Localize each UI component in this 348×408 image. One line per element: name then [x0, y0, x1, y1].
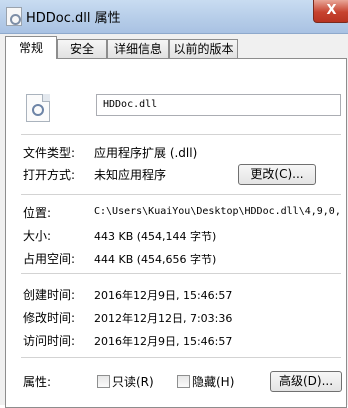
- tab-details[interactable]: 详细信息: [107, 39, 169, 58]
- divider: [21, 134, 341, 135]
- file-type-value: 应用程序扩展 (.dll): [94, 146, 198, 160]
- gear-icon: [32, 104, 44, 116]
- divider: [21, 194, 341, 195]
- page-corner: [42, 94, 50, 102]
- tab-security[interactable]: 安全: [57, 39, 107, 58]
- close-button[interactable]: X: [313, 0, 348, 23]
- location-label: 位置:: [23, 206, 52, 220]
- divider: [21, 273, 341, 274]
- location-value: C:\Users\KuaiYou\Desktop\HDDoc.dll\4,9,0…: [94, 206, 341, 217]
- tab-previous-versions[interactable]: 以前的版本: [169, 39, 238, 58]
- readonly-checkbox[interactable]: [97, 375, 110, 388]
- created-label: 创建时间:: [23, 288, 76, 302]
- divider: [21, 357, 341, 358]
- file-type-label: 文件类型:: [23, 146, 76, 160]
- filename-input[interactable]: HDDoc.dll: [96, 94, 341, 116]
- file-icon: [6, 7, 22, 26]
- attributes-label: 属性:: [23, 375, 52, 389]
- size-value: 443 KB (454,144 字节): [94, 230, 217, 243]
- created-value: 2016年12月9日, 15:46:57: [94, 289, 233, 302]
- dialog-client: 常规 安全 详细信息 以前的版本 HDDoc.dll 文件类型: 应用程序扩展 …: [0, 34, 348, 408]
- dll-file-icon: [26, 94, 50, 122]
- hidden-label[interactable]: 隐藏(H): [192, 373, 234, 390]
- readonly-label[interactable]: 只读(R): [112, 373, 154, 390]
- hidden-checkbox[interactable]: [177, 375, 190, 388]
- tab-general[interactable]: 常规: [5, 36, 57, 59]
- size-label: 大小:: [23, 229, 52, 243]
- advanced-button[interactable]: 高级(D)...: [270, 371, 342, 392]
- change-button[interactable]: 更改(C)...: [238, 164, 316, 185]
- modified-label: 修改时间:: [23, 311, 76, 325]
- size-on-disk-label: 占用空间:: [23, 252, 76, 266]
- modified-value: 2012年12月12日, 7:03:36: [94, 312, 233, 325]
- window-title: HDDoc.dll 属性: [26, 11, 121, 26]
- opens-with-label: 打开方式:: [23, 168, 76, 182]
- general-panel: HDDoc.dll 文件类型: 应用程序扩展 (.dll) 打开方式: 未知应用…: [5, 58, 347, 408]
- accessed-value: 2016年12月9日, 15:46:57: [94, 335, 233, 348]
- size-on-disk-value: 444 KB (454,656 字节): [94, 253, 217, 266]
- opens-with-value: 未知应用程序: [94, 168, 167, 182]
- title-bar: HDDoc.dll 属性 X: [0, 0, 348, 34]
- accessed-label: 访问时间:: [23, 334, 76, 348]
